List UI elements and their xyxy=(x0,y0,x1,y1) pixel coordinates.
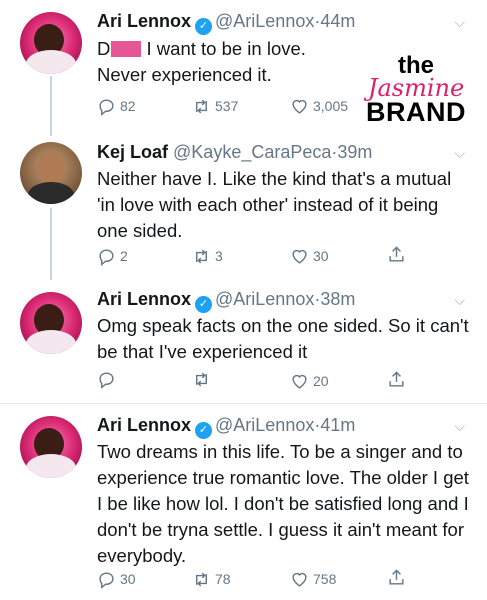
heart-icon xyxy=(292,99,307,114)
chevron-down-icon[interactable]: ⌵ xyxy=(454,14,465,31)
verified-badge-icon: ✓ xyxy=(195,296,213,313)
share-icon xyxy=(389,371,404,387)
reply-count: 82 xyxy=(120,98,136,114)
share-button[interactable] xyxy=(387,568,406,587)
watermark-line2: Jasmine xyxy=(367,74,465,102)
tweet-text: D I want to be in love. Never experience… xyxy=(97,36,357,88)
tweet-4[interactable]: Ari Lennox ✓ @AriLennox·41m ⌵ Two dreams i… xyxy=(0,404,487,600)
user-handle[interactable]: @AriLennox xyxy=(215,289,314,309)
chevron-down-icon[interactable]: ⌵ xyxy=(454,145,465,162)
display-name[interactable]: Ari Lennox xyxy=(97,415,191,435)
like-button[interactable]: 758 xyxy=(290,568,336,590)
tweet-text: Two dreams in this life. To be a singer … xyxy=(97,441,469,566)
reply-button[interactable] xyxy=(97,370,120,389)
user-handle[interactable]: @AriLennox xyxy=(215,11,314,31)
retweet-count: 537 xyxy=(215,98,239,114)
avatar-kej-loaf[interactable] xyxy=(20,142,82,204)
timestamp[interactable]: 38m xyxy=(320,289,355,309)
like-count: 758 xyxy=(313,571,337,587)
tweet-3[interactable]: Ari Lennox ✓ @AriLennox·38m ⌵ Omg speak fa… xyxy=(0,280,487,402)
reply-icon xyxy=(99,372,114,389)
tweet-actions: 30 78 758 xyxy=(97,568,437,590)
share-button[interactable] xyxy=(387,245,406,264)
heart-icon xyxy=(292,249,307,264)
retweet-count: 78 xyxy=(215,571,231,587)
like-count: 30 xyxy=(313,248,329,264)
reply-button[interactable]: 30 xyxy=(97,568,136,590)
tweet-header: Ari Lennox ✓ @AriLennox·44m xyxy=(97,9,355,35)
like-button[interactable]: 3,005 xyxy=(290,95,348,117)
share-icon xyxy=(389,569,404,585)
display-name[interactable]: Kej Loaf xyxy=(97,142,168,162)
like-count: 20 xyxy=(313,373,329,389)
user-handle[interactable]: @AriLennox xyxy=(215,415,314,435)
redaction-block: D xyxy=(97,38,111,59)
retweet-button[interactable]: 78 xyxy=(192,568,231,590)
retweet-icon xyxy=(196,372,207,387)
retweet-button[interactable]: 537 xyxy=(192,95,238,117)
avatar-ari-lennox[interactable] xyxy=(20,292,82,354)
share-button[interactable] xyxy=(387,370,406,389)
reply-count: 2 xyxy=(120,248,128,264)
tweet-actions: 2 3 30 xyxy=(97,245,437,267)
retweet-icon xyxy=(196,99,207,113)
tweet-text: Neither have I. Like the kind that's a m… xyxy=(97,168,452,241)
tweet-header: Kej Loaf @Kayke_CaraPeca·39m xyxy=(97,140,372,164)
share-icon xyxy=(389,246,404,262)
timestamp[interactable]: 41m xyxy=(320,415,355,435)
tweet-actions: 20 xyxy=(97,370,437,392)
user-handle[interactable]: @Kayke_CaraPeca xyxy=(173,142,331,162)
verified-badge-icon: ✓ xyxy=(195,422,213,439)
tweet-text: Omg speak facts on the one sided. So it … xyxy=(97,315,469,362)
retweet-button[interactable] xyxy=(192,370,215,389)
display-name[interactable]: Ari Lennox xyxy=(97,11,191,31)
thread-line xyxy=(50,208,52,280)
watermark-line3: BRAND xyxy=(366,97,466,127)
like-button[interactable]: 30 xyxy=(290,245,329,267)
retweet-count: 3 xyxy=(215,248,223,264)
timestamp[interactable]: 44m xyxy=(320,11,355,31)
redaction-bar xyxy=(111,41,142,57)
chevron-down-icon[interactable]: ⌵ xyxy=(454,418,465,435)
tweet-1[interactable]: Ari Lennox ✓ @AriLennox·44m ⌵ D I want to … xyxy=(0,0,487,136)
heart-icon xyxy=(292,572,307,587)
tweet-header: Ari Lennox ✓ @AriLennox·38m xyxy=(97,287,355,313)
display-name[interactable]: Ari Lennox xyxy=(97,289,191,309)
reply-count: 30 xyxy=(120,571,136,587)
like-count: 3,005 xyxy=(313,98,349,114)
tweet-header: Ari Lennox ✓ @AriLennox·41m xyxy=(97,413,355,439)
like-button[interactable]: 20 xyxy=(290,370,329,392)
watermark-logo: the Jasmine BRAND xyxy=(356,54,476,127)
heart-icon xyxy=(292,374,307,389)
reply-button[interactable]: 82 xyxy=(97,95,136,117)
reply-icon xyxy=(99,571,114,589)
avatar-ari-lennox[interactable] xyxy=(20,12,82,74)
retweet-icon xyxy=(196,249,207,263)
reply-icon xyxy=(99,248,114,266)
reply-button[interactable]: 2 xyxy=(97,245,128,267)
tweet-2[interactable]: Kej Loaf @Kayke_CaraPeca·39m ⌵ Neither h… xyxy=(0,130,487,280)
timestamp[interactable]: 39m xyxy=(337,142,372,162)
retweet-icon xyxy=(196,572,207,586)
verified-badge-icon: ✓ xyxy=(195,18,213,35)
chevron-down-icon[interactable]: ⌵ xyxy=(454,292,465,309)
thread-line xyxy=(50,76,52,136)
reply-icon xyxy=(99,98,114,116)
avatar-ari-lennox[interactable] xyxy=(20,416,82,478)
retweet-button[interactable]: 3 xyxy=(192,245,223,267)
